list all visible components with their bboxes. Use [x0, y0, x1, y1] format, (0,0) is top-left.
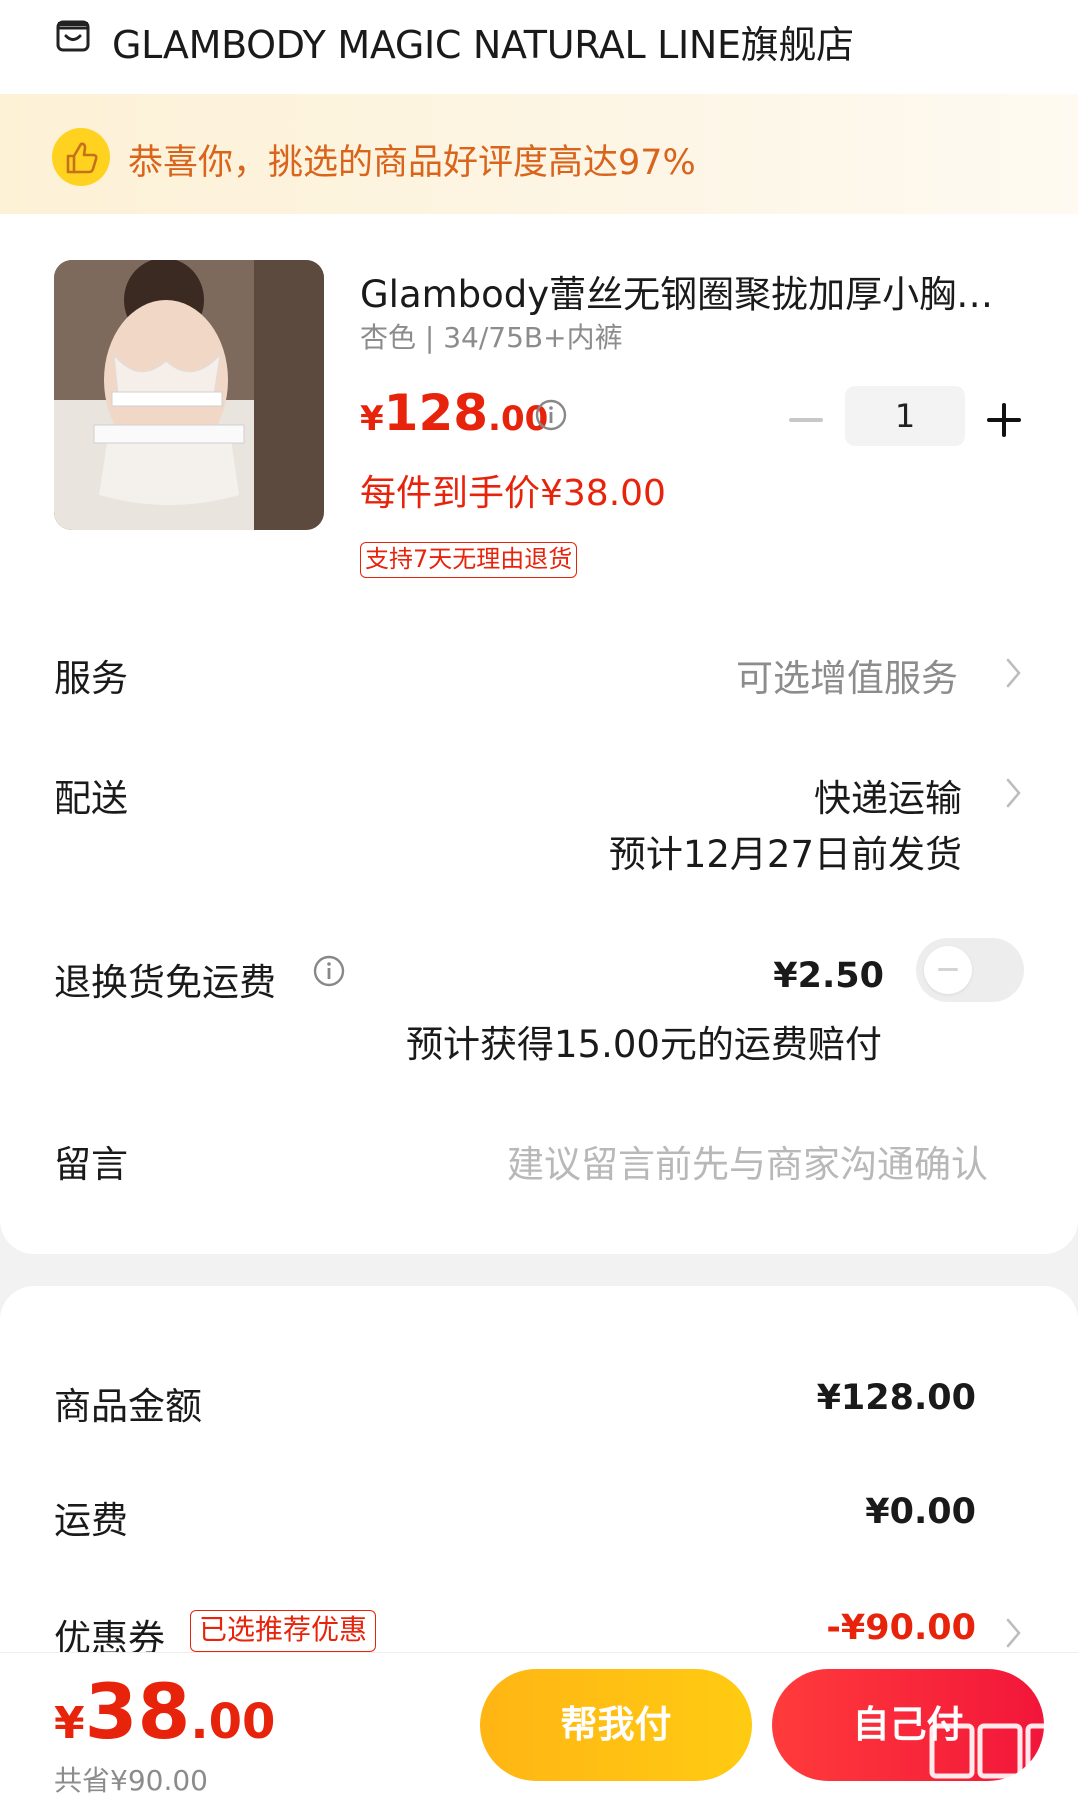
delivery-method[interactable]: 快递运输 [814, 768, 962, 822]
final-price: 每件到手价¥38.00 [360, 473, 666, 514]
praise-text: 恭喜你，挑选的商品好评度高达97% [128, 143, 696, 183]
message-input[interactable]: 建议留言前先与商家沟通确认 [507, 1134, 988, 1188]
shop-header[interactable]: GLAMBODY MAGIC NATURAL LINE旗舰店 [0, 0, 1078, 94]
product-title[interactable]: Glambody蕾丝无钢圈聚拢加厚小胸… [360, 264, 1020, 318]
shipping-fee-label: 运费 [54, 1499, 128, 1542]
quantity-input[interactable]: 1 [845, 386, 965, 446]
praise-banner: 恭喜你，挑选的商品好评度高达97% [0, 94, 1078, 214]
product-spec[interactable]: 杏色 | 34/75B+内裤 [360, 316, 623, 356]
chevron-right-icon[interactable] [1004, 776, 1024, 810]
minus-icon [789, 418, 823, 422]
return-policy-badge: 支持7天无理由退货 [360, 542, 578, 578]
price-integer: 128 [383, 384, 489, 442]
info-icon[interactable] [534, 398, 568, 432]
thumbs-up-icon [52, 128, 110, 186]
order-card: Glambody蕾丝无钢圈聚拢加厚小胸… 杏色 | 34/75B+内裤 ¥128… [0, 214, 1078, 1254]
product-price: ¥128.00 [360, 384, 548, 442]
chevron-right-icon[interactable] [1004, 656, 1024, 690]
coupon-value[interactable]: -¥90.00 [826, 1608, 976, 1648]
plus-icon [987, 403, 1021, 437]
return-insurance-price: ¥2.50 [773, 956, 884, 996]
delivery-eta: 预计12月27日前发货 [608, 833, 962, 876]
price-summary-card: 商品金额 ¥128.00 运费 ¥0.00 优惠券 已选推荐优惠 -¥90.00 [0, 1286, 1078, 1706]
message-label: 留言 [54, 1143, 128, 1186]
minus-icon [938, 968, 958, 971]
return-insurance-note: 预计获得15.00元的运费赔付 [406, 1023, 882, 1066]
price-symbol: ¥ [360, 399, 384, 439]
total-price: ¥38.00 [54, 1667, 275, 1756]
service-label: 服务 [54, 657, 128, 700]
shipping-fee-value: ¥0.00 [865, 1492, 976, 1532]
total-integer: 38 [84, 1667, 191, 1756]
total-saved: 共省¥90.00 [54, 1764, 208, 1797]
delivery-label: 配送 [54, 777, 128, 820]
info-icon[interactable] [312, 954, 346, 988]
help-pay-button[interactable]: 帮我付 [480, 1669, 752, 1781]
quantity-decrease-button[interactable] [786, 390, 826, 450]
toggle-knob [924, 946, 972, 994]
total-symbol: ¥ [54, 1698, 85, 1749]
service-selector[interactable]: 可选增值服务 [736, 648, 958, 702]
return-insurance-label: 退换货免运费 [54, 961, 276, 1004]
product-image[interactable] [54, 260, 324, 530]
shop-icon [56, 20, 90, 52]
goods-amount-label: 商品金额 [54, 1385, 202, 1428]
return-insurance-toggle[interactable] [916, 938, 1024, 1002]
coupon-badge: 已选推荐优惠 [190, 1610, 377, 1652]
goods-amount-value: ¥128.00 [816, 1378, 976, 1418]
product-photo [54, 260, 324, 530]
chevron-right-icon[interactable] [1004, 1616, 1024, 1650]
checkout-bar: ¥38.00 共省¥90.00 帮我付 自己付 [0, 1652, 1078, 1799]
watermark-url: zhizhizhi.com [936, 1778, 1045, 1797]
shop-name[interactable]: GLAMBODY MAGIC NATURAL LINE旗舰店 [112, 14, 854, 69]
quantity-increase-button[interactable] [982, 390, 1026, 450]
total-decimal: .00 [190, 1694, 276, 1750]
